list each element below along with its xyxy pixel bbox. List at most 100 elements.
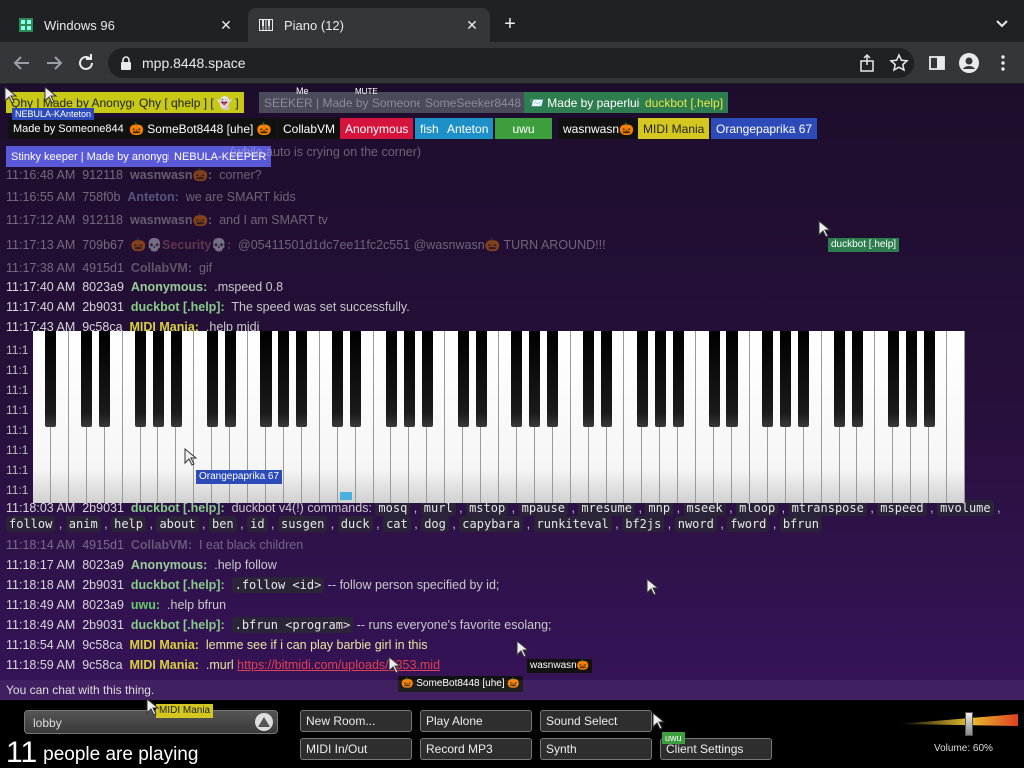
close-tab-icon[interactable]: ✕ [464,17,480,33]
command-chip: dog [421,516,449,532]
volume-knob[interactable] [965,712,974,736]
new-room-button[interactable]: New Room... [300,710,412,732]
new-tab-button[interactable]: + [498,13,522,37]
black-key[interactable] [457,331,469,427]
play-alone-button[interactable]: Play Alone [420,710,532,732]
cursor-arrow-icon [388,655,402,674]
user-name: wasnwasn🎃 [563,121,634,136]
close-tab-icon[interactable]: ✕ [218,17,234,33]
user-badge[interactable]: MIDI Mania [638,118,710,139]
black-key[interactable] [905,331,917,427]
kebab-menu-icon[interactable] [992,52,1014,74]
black-key[interactable] [278,331,290,427]
black-key[interactable] [403,331,415,427]
user-name: CollabVM [283,121,336,136]
white-key[interactable] [947,331,965,503]
black-key[interactable] [798,331,810,427]
black-key[interactable] [600,331,613,427]
black-key[interactable] [296,331,308,427]
back-arrow-icon[interactable] [10,51,34,75]
black-key[interactable] [887,331,899,427]
user-badge[interactable]: uwu [495,118,552,139]
chat-link[interactable]: https://bitmidi.com/uploads/7353.mid [237,658,440,672]
profile-icon[interactable] [958,52,980,74]
black-key[interactable] [780,331,792,427]
bottom-controls: lobby MIDI Mania 11 people are playing N… [0,697,1024,768]
black-key[interactable] [923,331,935,427]
bookmark-star-icon[interactable] [888,52,910,74]
tab-windows96[interactable]: Windows 96 ✕ [8,8,244,42]
black-key[interactable] [350,331,362,427]
user-badge[interactable]: CollabVM [278,118,341,139]
user-badge[interactable]: SomeSeeker8448 [420,92,527,113]
user-name: 📨 Made by paperluigis [529,95,655,110]
black-key[interactable] [511,331,523,427]
chat-message: 11:16:55 AM 758f0b Anteton: we are SMART… [6,190,296,204]
triangle-up-icon[interactable] [255,713,273,731]
record-mp3-button[interactable]: Record MP3 [420,738,532,760]
tab-piano[interactable]: Piano (12) ✕ [248,8,490,42]
black-key[interactable] [547,331,559,427]
user-badge[interactable]: fish [415,118,444,139]
user-badge[interactable]: Orangepaprika 67 [711,118,818,139]
cursor-arrow-icon [818,219,832,238]
chat-input[interactable]: You can chat with this thing. [0,680,1024,700]
player-count-number: 11 [6,736,38,768]
user-badge[interactable]: Qhy [ qhelp ] [ 👻 ] [134,92,244,113]
user-badge[interactable]: Anonymous [340,118,414,139]
chat-message: 11:17:38 AM 4915d1 CollabVM: gif [6,261,213,275]
forward-arrow-icon[interactable] [42,51,66,75]
user-badge[interactable]: Made by Someone8448 [8,118,135,139]
black-key[interactable] [134,331,147,427]
midi-inout-button[interactable]: MIDI In/Out [300,738,412,760]
user-name: 🎃 SomeBot8448 [uhe] 🎃 [129,121,272,136]
black-key[interactable] [206,331,218,427]
chevron-down-icon[interactable] [990,14,1014,34]
chat-message: 11:18:59 AM 9c58ca MIDI Mania: .murl htt… [6,658,441,672]
user-badge[interactable]: duckbot [.help] [640,92,729,113]
windows96-icon [18,17,34,33]
user-badge[interactable]: 🎃 SomeBot8448 [uhe] 🎃 [124,118,277,139]
command-chip: susgen [277,516,328,532]
command-chip: id [247,516,268,532]
user-badge[interactable]: Stinky keeper | Made by anonygirl [6,146,182,167]
black-key[interactable] [583,331,595,427]
black-key[interactable] [708,331,720,427]
black-key[interactable] [260,331,272,427]
black-key[interactable] [152,331,164,427]
address-bar[interactable]: mpp.8448.space [108,48,914,78]
sound-select-button[interactable]: Sound Select [540,710,652,732]
black-key[interactable] [170,331,182,427]
key-press-marker [340,492,352,500]
black-key[interactable] [654,331,666,427]
black-key[interactable] [421,331,433,427]
side-panel-icon[interactable] [926,52,948,74]
black-key[interactable] [224,331,236,427]
reload-icon[interactable] [74,51,98,75]
black-key[interactable] [726,331,738,427]
black-key[interactable] [672,331,684,427]
synth-button[interactable]: Synth [540,738,652,760]
black-key[interactable] [45,331,57,427]
browser-tab-strip: Windows 96 ✕ Piano (12) ✕ + [0,0,1024,48]
black-key[interactable] [475,331,487,427]
black-key[interactable] [636,331,648,427]
black-key[interactable] [99,331,111,427]
black-key[interactable] [851,331,863,427]
share-icon[interactable] [856,52,878,74]
user-badge[interactable]: Anteton [442,118,494,139]
black-key[interactable] [529,331,541,427]
black-key[interactable] [332,331,344,427]
black-key[interactable] [385,331,397,427]
lock-icon[interactable] [120,56,132,70]
black-key[interactable] [81,331,93,427]
user-badge[interactable]: wasnwasn🎃 [558,118,639,139]
cursor-arrow-icon [516,639,530,658]
cursor-arrow-icon [4,85,18,104]
user-name: Made by Someone8448 [13,122,130,135]
chat-message: 11:18:03 AM 2b9031 duckbot [.help]: duck… [6,500,1001,532]
black-key[interactable] [833,331,846,427]
cursor-arrow-icon [44,85,58,104]
piano-keyboard[interactable] [33,331,965,503]
black-key[interactable] [762,331,774,427]
